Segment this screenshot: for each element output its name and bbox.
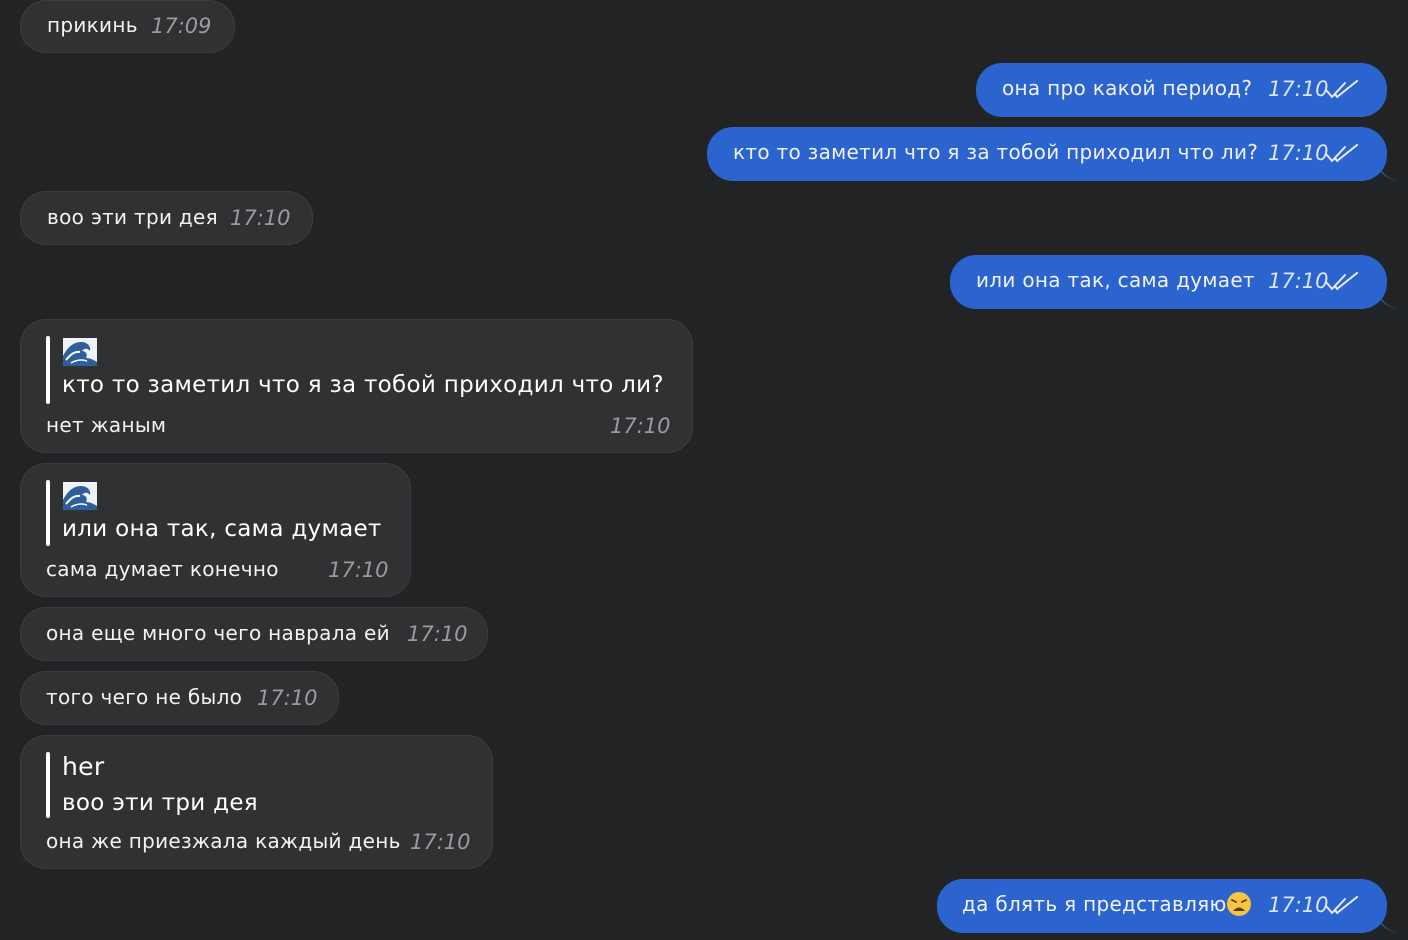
message-time: 17:10 xyxy=(1268,77,1329,101)
bubble-tail xyxy=(1379,293,1399,309)
reply-bar xyxy=(46,336,50,404)
bubble-tail xyxy=(9,36,29,52)
message-time: 17:09 xyxy=(151,14,212,38)
bubble-tail xyxy=(9,852,29,868)
message-text: да блять я представляю xyxy=(962,892,1227,916)
message-incoming[interactable]: она еще много чего наврала ей 17:10 xyxy=(20,607,488,661)
bubble-tail xyxy=(1379,165,1399,181)
reply-bar xyxy=(46,752,50,818)
message-time: 17:10 xyxy=(610,414,671,438)
message-text: того чего не было xyxy=(46,685,243,709)
reply-sender-name: her xyxy=(62,752,105,781)
message-incoming[interactable]: того чего не было 17:10 xyxy=(20,671,339,725)
message-time: 17:10 xyxy=(328,558,389,582)
message-time: 17:10 xyxy=(257,686,318,710)
message-text: прикинь xyxy=(47,13,138,37)
double-check-icon xyxy=(1326,896,1358,916)
bubble-tail xyxy=(1379,917,1399,933)
reply-quoted-text: или она так, сама думает xyxy=(62,516,382,542)
double-check-icon xyxy=(1326,272,1358,292)
message-time: 17:10 xyxy=(410,830,471,854)
message-text: нет жаным xyxy=(46,413,167,437)
message-time: 17:10 xyxy=(1268,141,1329,165)
message-outgoing[interactable]: да блять я представляю 17:10 xyxy=(937,879,1387,933)
message-outgoing[interactable]: кто то заметил что я за тобой приходил ч… xyxy=(707,127,1387,181)
double-check-icon xyxy=(1326,80,1358,100)
message-incoming-reply[interactable]: кто то заметил что я за тобой приходил ч… xyxy=(20,319,693,453)
message-incoming[interactable]: воо эти три дея 17:10 xyxy=(20,191,313,245)
weary-face-emoji-icon xyxy=(1227,892,1251,916)
message-outgoing[interactable]: она про какой период? 17:10 xyxy=(976,63,1387,117)
message-time: 17:10 xyxy=(230,206,291,230)
message-incoming-reply[interactable]: или она так, сама думает сама думает кон… xyxy=(20,463,411,597)
message-text: она же приезжала каждый день xyxy=(46,829,401,853)
message-text: сама думает конечно xyxy=(46,557,279,581)
message-incoming[interactable]: прикинь 17:09 xyxy=(20,0,235,53)
message-time: 17:10 xyxy=(1268,269,1329,293)
message-incoming-reply[interactable]: her воо эти три дея она же приезжала каж… xyxy=(20,735,493,869)
message-text: она про какой период? xyxy=(1002,76,1253,100)
message-outgoing[interactable]: или она так, сама думает 17:10 xyxy=(950,255,1387,309)
bubble-tail xyxy=(9,228,29,244)
reply-quoted-text: воо эти три дея xyxy=(62,790,258,816)
message-text: она еще много чего наврала ей xyxy=(46,621,390,645)
reply-bar xyxy=(46,480,50,546)
chat-history: прикинь 17:09 она про какой период? 17:1… xyxy=(0,0,1408,940)
message-text: кто то заметил что я за тобой приходил ч… xyxy=(733,140,1259,164)
message-time: 17:10 xyxy=(407,622,468,646)
double-check-icon xyxy=(1326,144,1358,164)
message-text: или она так, сама думает xyxy=(976,268,1255,292)
wave-emoji-icon xyxy=(63,482,97,510)
message-time: 17:10 xyxy=(1268,893,1329,917)
message-text: воо эти три дея xyxy=(47,205,218,229)
reply-quoted-text: кто то заметил что я за тобой приходил ч… xyxy=(62,372,664,398)
wave-emoji-icon xyxy=(63,338,97,366)
